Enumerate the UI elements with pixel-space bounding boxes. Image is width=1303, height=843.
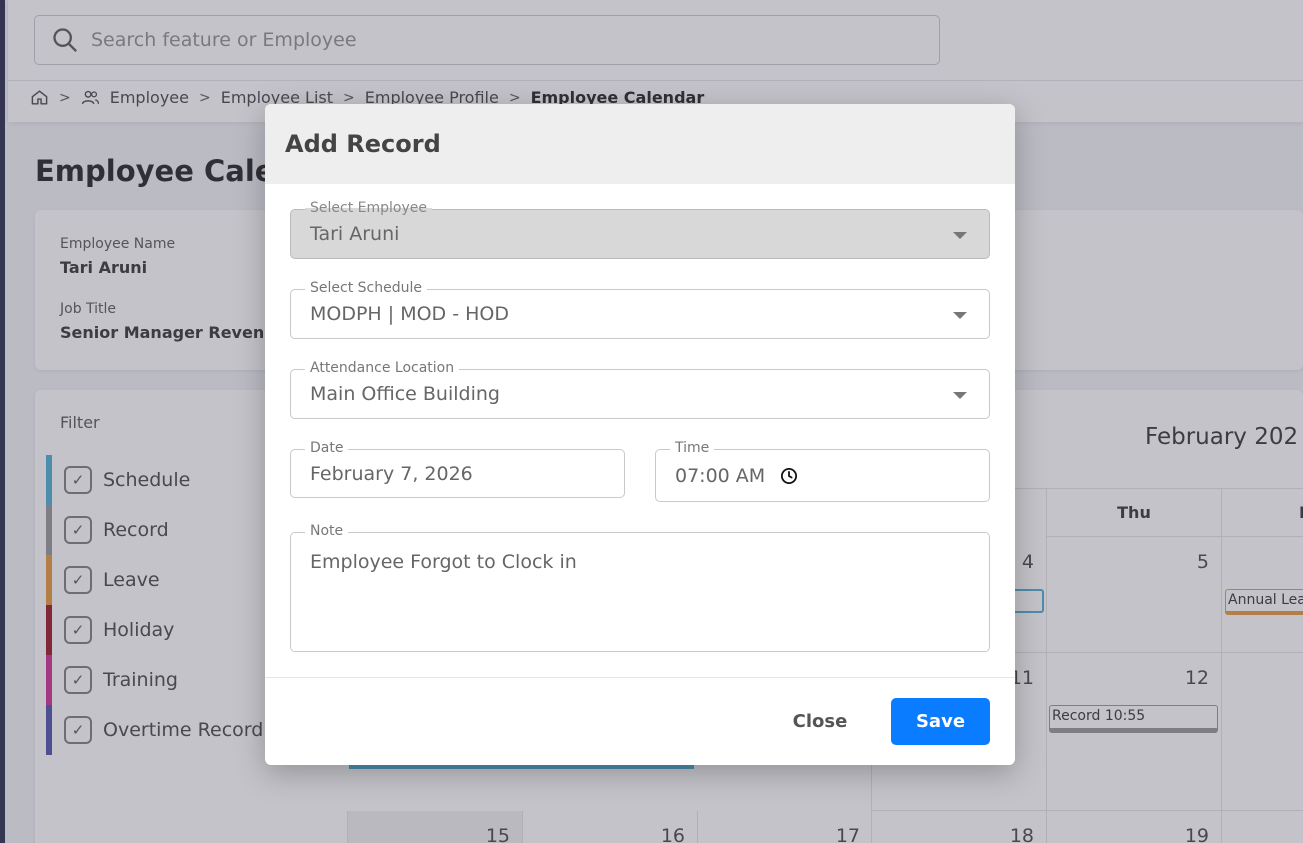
add-record-dialog: Add Record Select Employee Tari Aruni Se… — [265, 104, 1015, 765]
clock-icon[interactable] — [780, 467, 798, 485]
field-label: Select Employee — [305, 200, 432, 216]
field-value: MODPH | MOD - HOD — [310, 303, 509, 325]
select-schedule-field[interactable]: Select Schedule MODPH | MOD - HOD — [290, 280, 990, 339]
chevron-down-icon — [953, 232, 967, 239]
chevron-down-icon[interactable] — [953, 312, 967, 319]
date-field[interactable]: Date February 7, 2026 — [290, 440, 625, 498]
field-label: Note — [305, 523, 349, 539]
divider — [265, 677, 1015, 678]
save-button[interactable]: Save — [891, 698, 990, 745]
note-textarea[interactable]: Note Employee Forgot to Clock in — [290, 523, 990, 652]
field-value: Main Office Building — [310, 383, 500, 405]
time-field[interactable]: Time 07:00 AM — [655, 440, 990, 502]
select-employee-field: Select Employee Tari Aruni — [290, 200, 990, 259]
field-label: Time — [670, 440, 715, 456]
field-value: February 7, 2026 — [310, 463, 473, 485]
field-value: Employee Forgot to Clock in — [310, 551, 577, 573]
field-value: 07:00 AM — [675, 465, 766, 487]
dialog-header: Add Record — [265, 104, 1015, 184]
attendance-location-field[interactable]: Attendance Location Main Office Building — [290, 360, 990, 419]
field-label: Select Schedule — [305, 280, 427, 296]
field-label: Date — [305, 440, 349, 456]
chevron-down-icon[interactable] — [953, 392, 967, 399]
field-label: Attendance Location — [305, 360, 460, 376]
close-button[interactable]: Close — [775, 698, 865, 744]
dialog-title: Add Record — [285, 130, 441, 158]
field-value: Tari Aruni — [310, 223, 400, 245]
